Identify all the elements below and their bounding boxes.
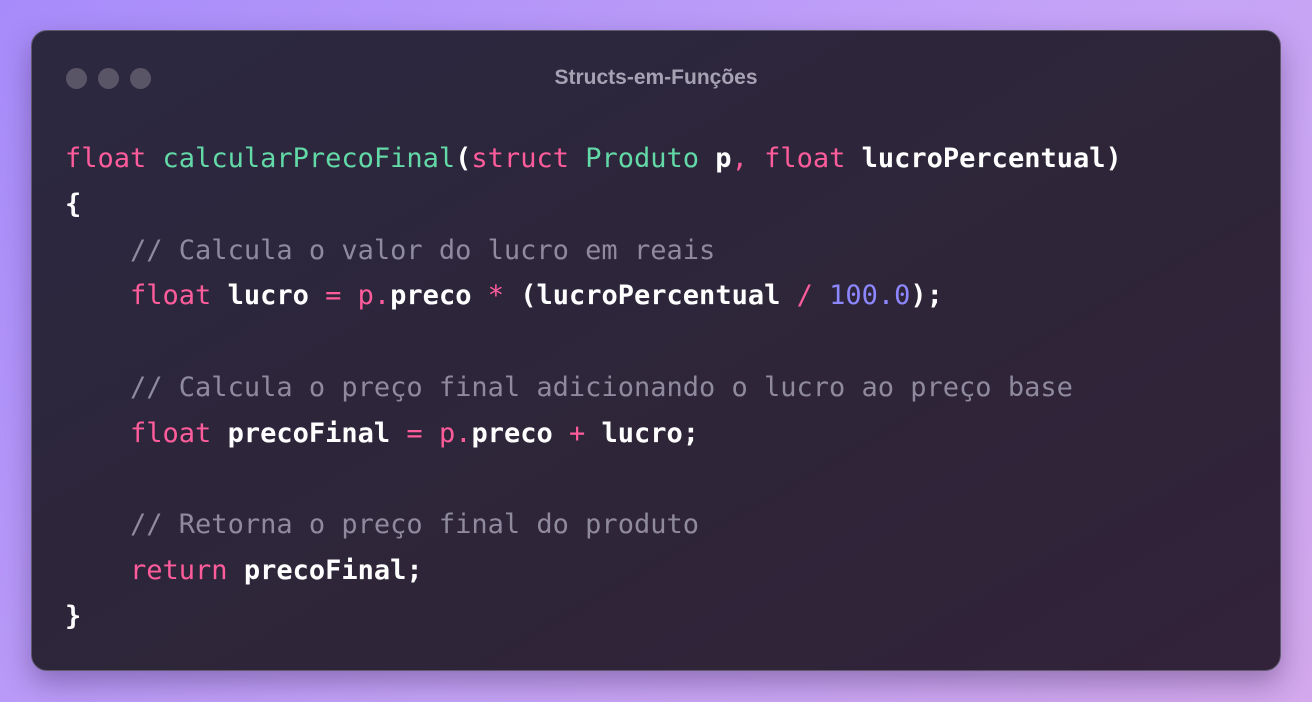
code-token-ws	[309, 280, 325, 311]
code-token-ident: preco	[390, 280, 472, 312]
code-token-ident: p	[715, 143, 732, 174]
code-token-operator: =	[406, 417, 423, 449]
code-token-ws	[569, 143, 585, 174]
code-token-keyword: struct	[471, 143, 569, 174]
code-token-keyword: float	[65, 143, 147, 174]
code-token-comment: // Calcula o preço final adicionando o l…	[130, 371, 1073, 403]
code-token-ws	[65, 280, 130, 311]
code-token-type: Produto	[585, 143, 700, 174]
code-token-ident: precoFinal	[227, 417, 391, 449]
code-token-ws	[211, 418, 227, 449]
code-token-punct: );	[910, 280, 943, 312]
code-token-punct: )	[1105, 143, 1122, 174]
code-line: }	[65, 594, 1122, 640]
code-token-keyword: return	[130, 555, 228, 587]
code-token-keyword: float	[764, 143, 846, 174]
code-token-ws	[146, 143, 162, 174]
code-token-operator: =	[325, 280, 342, 312]
code-token-ws	[699, 143, 715, 174]
code-token-ws	[65, 555, 130, 586]
code-token-operator: p.	[438, 417, 472, 449]
code-token-ws	[471, 280, 487, 311]
code-token-ws	[748, 143, 764, 174]
code-token-ws	[341, 280, 357, 311]
code-token-ws	[228, 555, 244, 586]
code-line: // Retorna o preço final do produto	[65, 502, 1122, 548]
code-line: float lucro = p.preco * (lucroPercentual…	[65, 273, 1122, 319]
code-token-operator: ,	[731, 143, 748, 174]
code-token-ident: lucro;	[601, 417, 700, 449]
code-token-function: calcularPrecoFinal	[162, 143, 456, 174]
code-token-ident: lucro	[227, 280, 309, 312]
code-window: Structs-em-Funções float calcularPrecoFi…	[31, 30, 1281, 671]
code-token-ws	[845, 143, 861, 174]
code-token-operator: p.	[357, 280, 391, 312]
code-token-operator: *	[487, 280, 504, 312]
code-token-ws	[504, 280, 520, 311]
code-token-keyword: float	[130, 280, 212, 312]
code-token-operator: /	[796, 280, 813, 312]
title-bar: Structs-em-Funções	[32, 31, 1280, 126]
code-token-keyword: float	[130, 417, 212, 449]
code-token-ws	[553, 418, 569, 449]
code-token-ws	[65, 235, 130, 266]
code-token-ws	[65, 372, 130, 403]
code-token-comment: // Calcula o valor do lucro em reais	[130, 234, 716, 266]
code-block: float calcularPrecoFinal(struct Produto …	[65, 136, 1122, 640]
code-token-punct: }	[65, 600, 82, 632]
code-line: return precoFinal;	[65, 548, 1122, 594]
code-line: // Calcula o valor do lucro em reais	[65, 228, 1122, 274]
window-title: Structs-em-Funções	[554, 66, 758, 89]
code-token-ident: (lucroPercentual	[520, 280, 781, 312]
code-token-ws	[390, 418, 406, 449]
code-token-ws	[585, 418, 601, 449]
code-token-ws	[211, 280, 227, 311]
code-token-ident: precoFinal;	[243, 555, 423, 587]
code-token-ident: lucroPercentual	[861, 143, 1106, 174]
code-token-ws	[813, 280, 829, 311]
code-line: {	[65, 182, 1122, 228]
code-token-ws	[780, 280, 796, 311]
code-token-ws	[65, 509, 130, 540]
code-token-operator: +	[569, 417, 586, 449]
code-token-number: 100.0	[829, 280, 911, 312]
code-token-ident: preco	[471, 417, 553, 449]
code-line: float precoFinal = p.preco + lucro;	[65, 411, 1122, 457]
code-line: float calcularPrecoFinal(struct Produto …	[65, 136, 1122, 182]
code-token-punct: (	[455, 143, 472, 174]
code-line: // Calcula o preço final adicionando o l…	[65, 365, 1122, 411]
code-token-ws	[65, 418, 130, 449]
code-token-punct: {	[65, 188, 82, 220]
code-token-comment: // Retorna o preço final do produto	[130, 509, 699, 541]
code-token-ws	[423, 418, 439, 449]
